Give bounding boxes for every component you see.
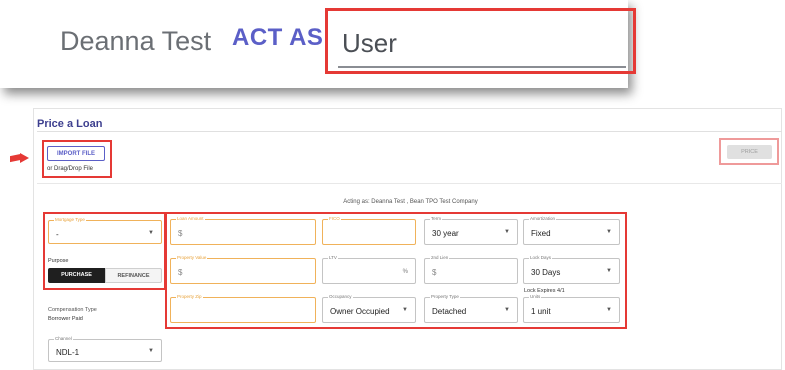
chevron-down-icon: ▼ — [148, 348, 154, 354]
left-highlight-box — [43, 212, 166, 290]
act-as-callout: Deanna Test ACT AS User — [0, 0, 636, 88]
channel-label: Channel — [54, 336, 73, 342]
act-as-highlight-box — [325, 8, 636, 74]
compensation-type-label: Compensation Type — [48, 307, 97, 313]
section-divider — [37, 183, 782, 184]
arrow-icon — [20, 153, 29, 163]
user-name: Deanna Test — [60, 26, 212, 56]
price-highlight-box — [719, 138, 779, 165]
acting-as-text: Acting as: Deanna Test , Bean TPO Test C… — [343, 199, 478, 205]
import-highlight-box — [42, 140, 112, 178]
act-as-label: ACT AS — [232, 24, 324, 51]
page-title: Price a Loan — [37, 118, 103, 130]
channel-value: NDL-1 — [56, 348, 80, 357]
title-divider — [37, 131, 782, 132]
compensation-type-value: Borrower Paid — [48, 316, 83, 322]
form-highlight-box — [165, 212, 627, 329]
channel-select[interactable]: Channel NDL-1 ▼ — [48, 336, 162, 362]
